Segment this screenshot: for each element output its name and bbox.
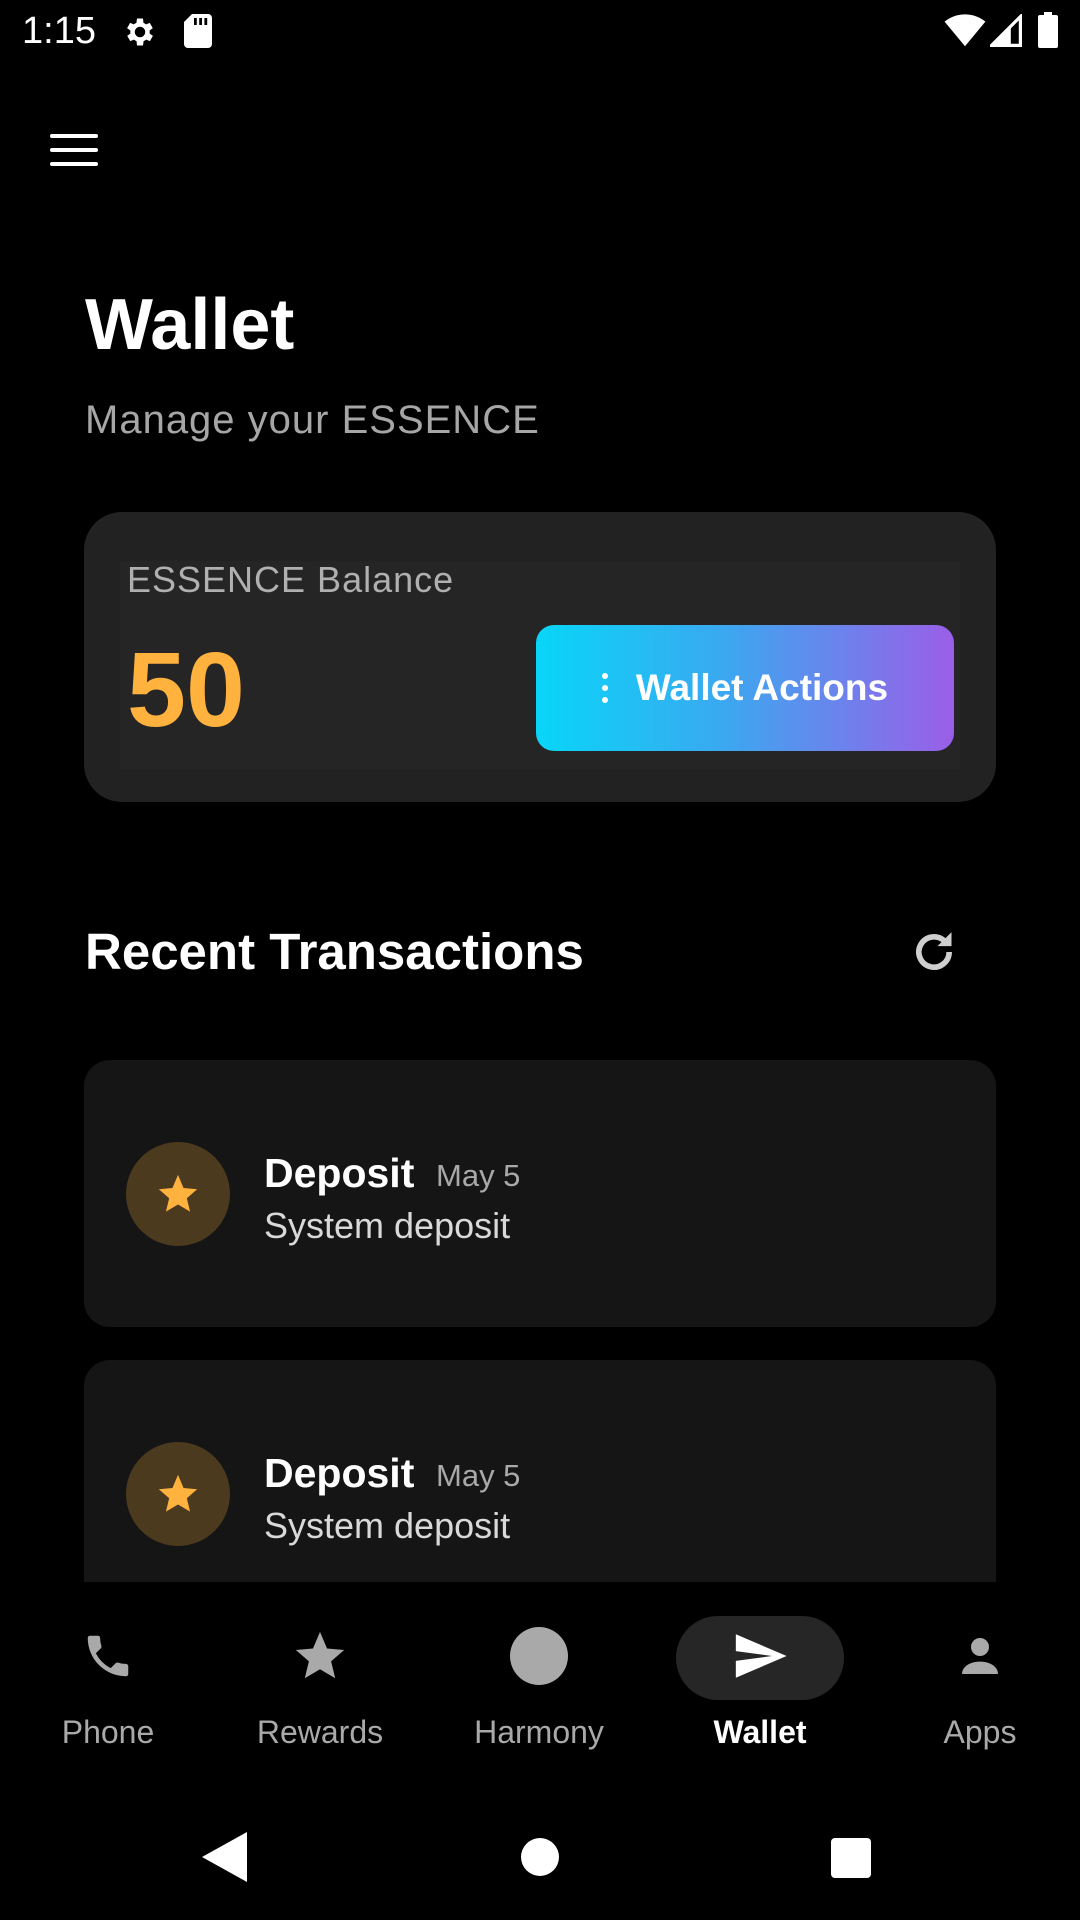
nav-label-apps: Apps: [943, 1714, 1017, 1750]
person-icon: [950, 1626, 1010, 1686]
sd-card-icon: [184, 14, 212, 48]
page-subtitle: Manage your ESSENCE: [85, 398, 540, 442]
cell-signal-icon: [990, 14, 1022, 47]
nav-item-apps[interactable]: Apps: [872, 1584, 1080, 1784]
transaction-item[interactable]: Deposit May 5 System deposit: [84, 1360, 996, 1582]
star-icon: [126, 1442, 230, 1546]
circle-icon: [509, 1626, 569, 1686]
battery-icon: [1038, 12, 1058, 48]
transaction-title: Deposit: [264, 1450, 415, 1496]
transaction-description: System deposit: [264, 1505, 511, 1546]
wallet-actions-label: Wallet Actions: [635, 667, 889, 708]
more-vert-icon: [601, 673, 608, 703]
send-icon: [730, 1626, 790, 1686]
transaction-description: System deposit: [264, 1205, 511, 1246]
nav-item-wallet[interactable]: Wallet: [652, 1584, 868, 1784]
phone-icon: [78, 1626, 138, 1686]
recents-icon[interactable]: [831, 1838, 871, 1878]
transactions-list[interactable]: Deposit May 5 System deposit Deposit May…: [0, 1060, 1080, 1582]
nav-item-harmony[interactable]: Harmony: [431, 1584, 647, 1784]
bottom-navigation: Phone Rewards Harmony Wallet Apps: [0, 1584, 1080, 1784]
star-icon: [126, 1142, 230, 1246]
home-icon[interactable]: [521, 1838, 559, 1876]
transaction-date: May 5: [436, 1458, 521, 1493]
balance-label: ESSENCE Balance: [127, 559, 455, 600]
nav-item-phone[interactable]: Phone: [0, 1584, 216, 1784]
transaction-date: May 5: [436, 1158, 521, 1193]
nav-label-harmony: Harmony: [474, 1714, 604, 1750]
recent-transactions-title: Recent Transactions: [85, 923, 584, 980]
transaction-title: Deposit: [264, 1150, 415, 1196]
page-title: Wallet: [85, 285, 295, 365]
nav-item-rewards[interactable]: Rewards: [212, 1584, 428, 1784]
wallet-actions-button[interactable]: Wallet Actions: [536, 625, 954, 751]
balance-value: 50: [127, 631, 245, 749]
wifi-icon: [944, 14, 986, 47]
refresh-icon[interactable]: [906, 924, 962, 980]
settings-gear-icon: [127, 18, 153, 46]
star-icon: [290, 1626, 350, 1686]
nav-label-wallet: Wallet: [713, 1714, 807, 1750]
nav-label-rewards: Rewards: [256, 1714, 384, 1750]
transaction-item[interactable]: Deposit May 5 System deposit: [84, 1060, 996, 1327]
menu-hamburger-icon[interactable]: [40, 126, 110, 176]
status-time: 1:15: [22, 10, 96, 52]
nav-label-phone: Phone: [61, 1714, 155, 1750]
back-icon[interactable]: [202, 1832, 252, 1882]
